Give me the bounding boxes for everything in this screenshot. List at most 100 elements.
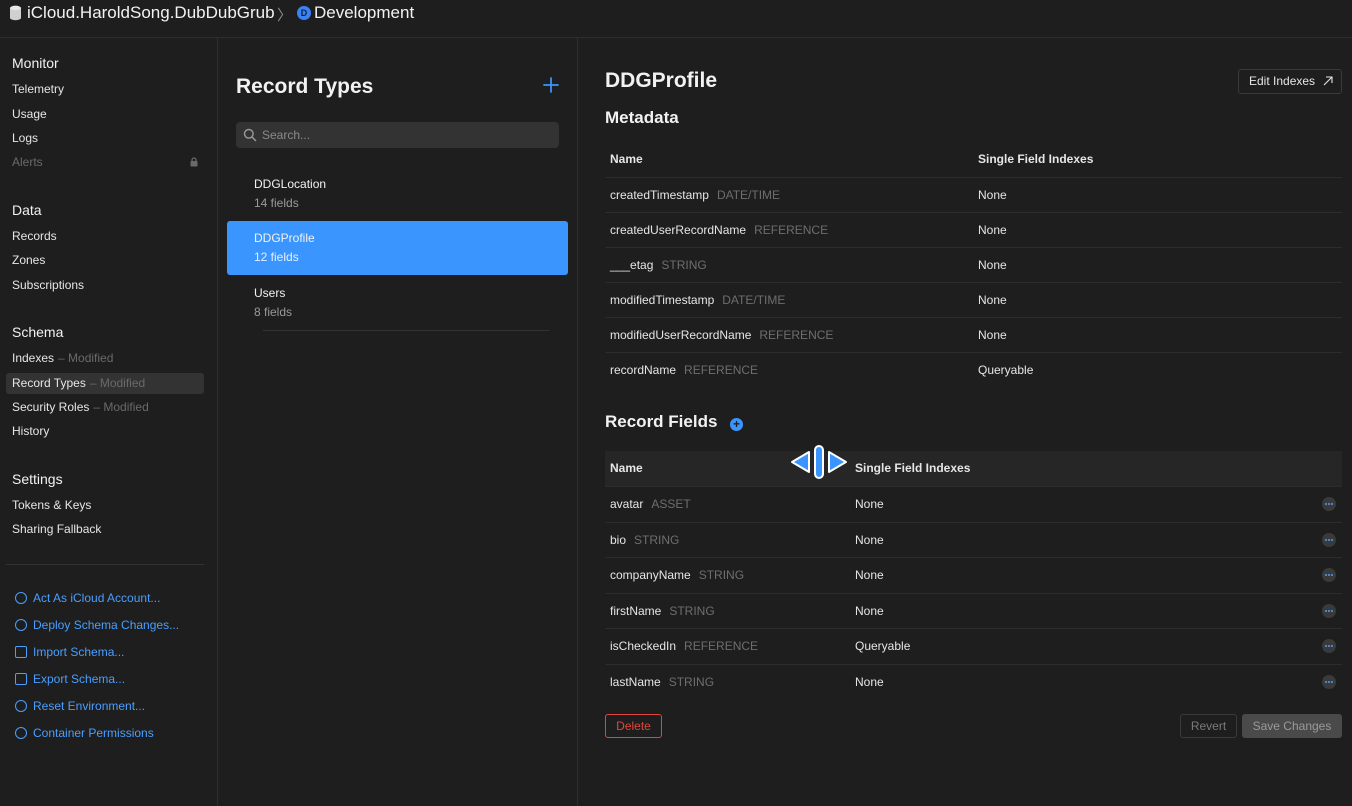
sidebar-item-logs[interactable]: Logs xyxy=(6,128,204,149)
sidebar-item-label: Record Types xyxy=(12,376,86,390)
field-index: None xyxy=(978,293,1007,307)
metadata-title: Metadata xyxy=(605,108,679,127)
search-field[interactable] xyxy=(236,122,559,148)
metadata-row: modifiedTimestamp DATE/TIME None xyxy=(605,282,1342,317)
reset-environment-link[interactable]: Reset Environment... xyxy=(15,697,145,715)
act-as-account-link[interactable]: Act As iCloud Account... xyxy=(15,589,160,607)
record-type-item[interactable]: DDGLocation 14 fields xyxy=(227,167,568,221)
record-fields-title: Record Fields xyxy=(605,412,718,431)
environment-icon: D xyxy=(297,6,311,20)
record-type-detail: DDGProfile Edit Indexes Metadata Name Si… xyxy=(578,38,1352,806)
field-type: ASSET xyxy=(651,497,691,511)
reset-icon xyxy=(15,700,27,712)
field-name: avatar ASSET xyxy=(610,497,691,511)
field-name: ___etag STRING xyxy=(610,258,707,272)
column-header-name: Name xyxy=(610,152,643,166)
save-changes-button[interactable]: Save Changes xyxy=(1242,714,1342,738)
field-type: REFERENCE xyxy=(684,639,759,653)
record-field-row[interactable]: firstName STRING None xyxy=(605,592,1342,628)
environment-name[interactable]: Development xyxy=(314,3,414,23)
more-options-icon[interactable] xyxy=(1322,497,1336,511)
metadata-row: createdUserRecordName REFERENCE None xyxy=(605,212,1342,247)
import-icon xyxy=(15,646,27,658)
metadata-row: recordName REFERENCE Queryable xyxy=(605,352,1342,387)
field-index: None xyxy=(855,532,884,547)
record-field-row[interactable]: companyName STRING None xyxy=(605,557,1342,592)
sidebar-item-subscriptions[interactable]: Subscriptions xyxy=(6,275,204,296)
search-input[interactable] xyxy=(262,122,552,148)
sidebar-item-tokens-keys[interactable]: Tokens & Keys xyxy=(6,495,204,516)
edit-indexes-button[interactable]: Edit Indexes xyxy=(1238,69,1342,94)
add-record-type-button[interactable] xyxy=(542,76,560,94)
field-index: Queryable xyxy=(855,639,911,653)
field-name: modifiedUserRecordName REFERENCE xyxy=(610,328,834,342)
sidebar-item-usage[interactable]: Usage xyxy=(6,104,204,125)
sidebar-heading-schema: Schema xyxy=(12,324,64,340)
sidebar-item-record-types[interactable]: Record Types – Modified xyxy=(6,373,204,394)
deploy-schema-link[interactable]: Deploy Schema Changes... xyxy=(15,616,179,634)
record-type-name: Users xyxy=(254,286,286,300)
sidebar-heading-settings: Settings xyxy=(12,471,63,487)
field-index: None xyxy=(978,188,1007,202)
record-types-panel: Record Types DDGLocation 14 fields DDGPr… xyxy=(218,38,578,806)
record-field-row[interactable]: isCheckedIn REFERENCE Queryable xyxy=(605,628,1342,663)
field-name: bio STRING xyxy=(610,532,680,547)
top-bar: iCloud.HaroldSong.DubDubGrub 〉 D Develop… xyxy=(0,0,1352,38)
add-field-button[interactable]: + xyxy=(730,418,743,431)
external-arrow-icon xyxy=(1323,76,1333,86)
more-options-icon[interactable] xyxy=(1322,603,1336,618)
sidebar-item-zones[interactable]: Zones xyxy=(6,250,204,271)
import-schema-link[interactable]: Import Schema... xyxy=(15,643,124,661)
sidebar-heading-data: Data xyxy=(12,202,42,218)
sidebar: Monitor Telemetry Usage Logs Alerts Data… xyxy=(0,38,218,806)
metadata-row: ___etag STRING None xyxy=(605,247,1342,282)
field-name: firstName STRING xyxy=(610,603,715,618)
revert-button[interactable]: Revert xyxy=(1180,714,1237,738)
field-type: REFERENCE xyxy=(684,363,759,377)
column-header-name: Name xyxy=(610,461,643,475)
more-options-icon[interactable] xyxy=(1322,639,1336,653)
field-name: modifiedTimestamp DATE/TIME xyxy=(610,293,786,307)
record-field-row[interactable]: bio STRING None xyxy=(605,521,1342,557)
record-field-row[interactable]: avatar ASSET None xyxy=(605,486,1342,521)
field-name: createdUserRecordName REFERENCE xyxy=(610,223,829,237)
field-name: recordName REFERENCE xyxy=(610,363,759,377)
sidebar-item-records[interactable]: Records xyxy=(6,226,204,247)
sidebar-item-sharing-fallback[interactable]: Sharing Fallback xyxy=(6,519,204,540)
field-type: DATE/TIME xyxy=(716,188,781,202)
field-index: None xyxy=(855,674,884,689)
column-resize-handle[interactable] xyxy=(789,444,849,480)
container-permissions-link[interactable]: Container Permissions xyxy=(15,724,154,742)
record-type-field-count: 8 fields xyxy=(254,305,293,319)
delete-button[interactable]: Delete xyxy=(605,714,662,738)
record-type-name: DDGProfile xyxy=(254,231,315,245)
metadata-table-header: Name Single Field Indexes xyxy=(605,142,1342,177)
more-options-icon[interactable] xyxy=(1322,532,1336,547)
record-type-name: DDGLocation xyxy=(254,177,327,191)
breadcrumb-separator: 〉 xyxy=(277,7,293,24)
record-type-item-selected[interactable]: DDGProfile 12 fields xyxy=(227,221,568,275)
field-type: STRING xyxy=(661,258,707,272)
more-options-icon[interactable] xyxy=(1322,674,1336,689)
sidebar-heading-monitor: Monitor xyxy=(12,55,59,71)
field-index: None xyxy=(855,568,884,582)
record-type-item[interactable]: Users 8 fields xyxy=(227,276,568,330)
sidebar-item-telemetry[interactable]: Telemetry xyxy=(6,79,204,100)
field-index: None xyxy=(978,223,1007,237)
field-type: STRING xyxy=(668,674,715,689)
sidebar-divider xyxy=(6,564,204,565)
list-divider xyxy=(263,330,549,331)
sidebar-item-security-roles[interactable]: Security Roles – Modified xyxy=(6,397,204,418)
modified-status: – Modified xyxy=(89,376,146,390)
modified-status: – Modified xyxy=(93,400,149,414)
container-name[interactable]: iCloud.HaroldSong.DubDubGrub xyxy=(27,3,275,23)
field-name: lastName STRING xyxy=(610,674,715,689)
sidebar-item-indexes[interactable]: Indexes – Modified xyxy=(6,348,204,369)
more-options-icon[interactable] xyxy=(1322,568,1336,582)
field-type: DATE/TIME xyxy=(722,293,786,307)
record-type-field-count: 14 fields xyxy=(254,196,299,210)
field-name: companyName STRING xyxy=(610,568,745,582)
sidebar-item-history[interactable]: History xyxy=(6,421,204,442)
export-schema-link[interactable]: Export Schema... xyxy=(15,670,125,688)
record-field-row[interactable]: lastName STRING None xyxy=(605,663,1342,699)
